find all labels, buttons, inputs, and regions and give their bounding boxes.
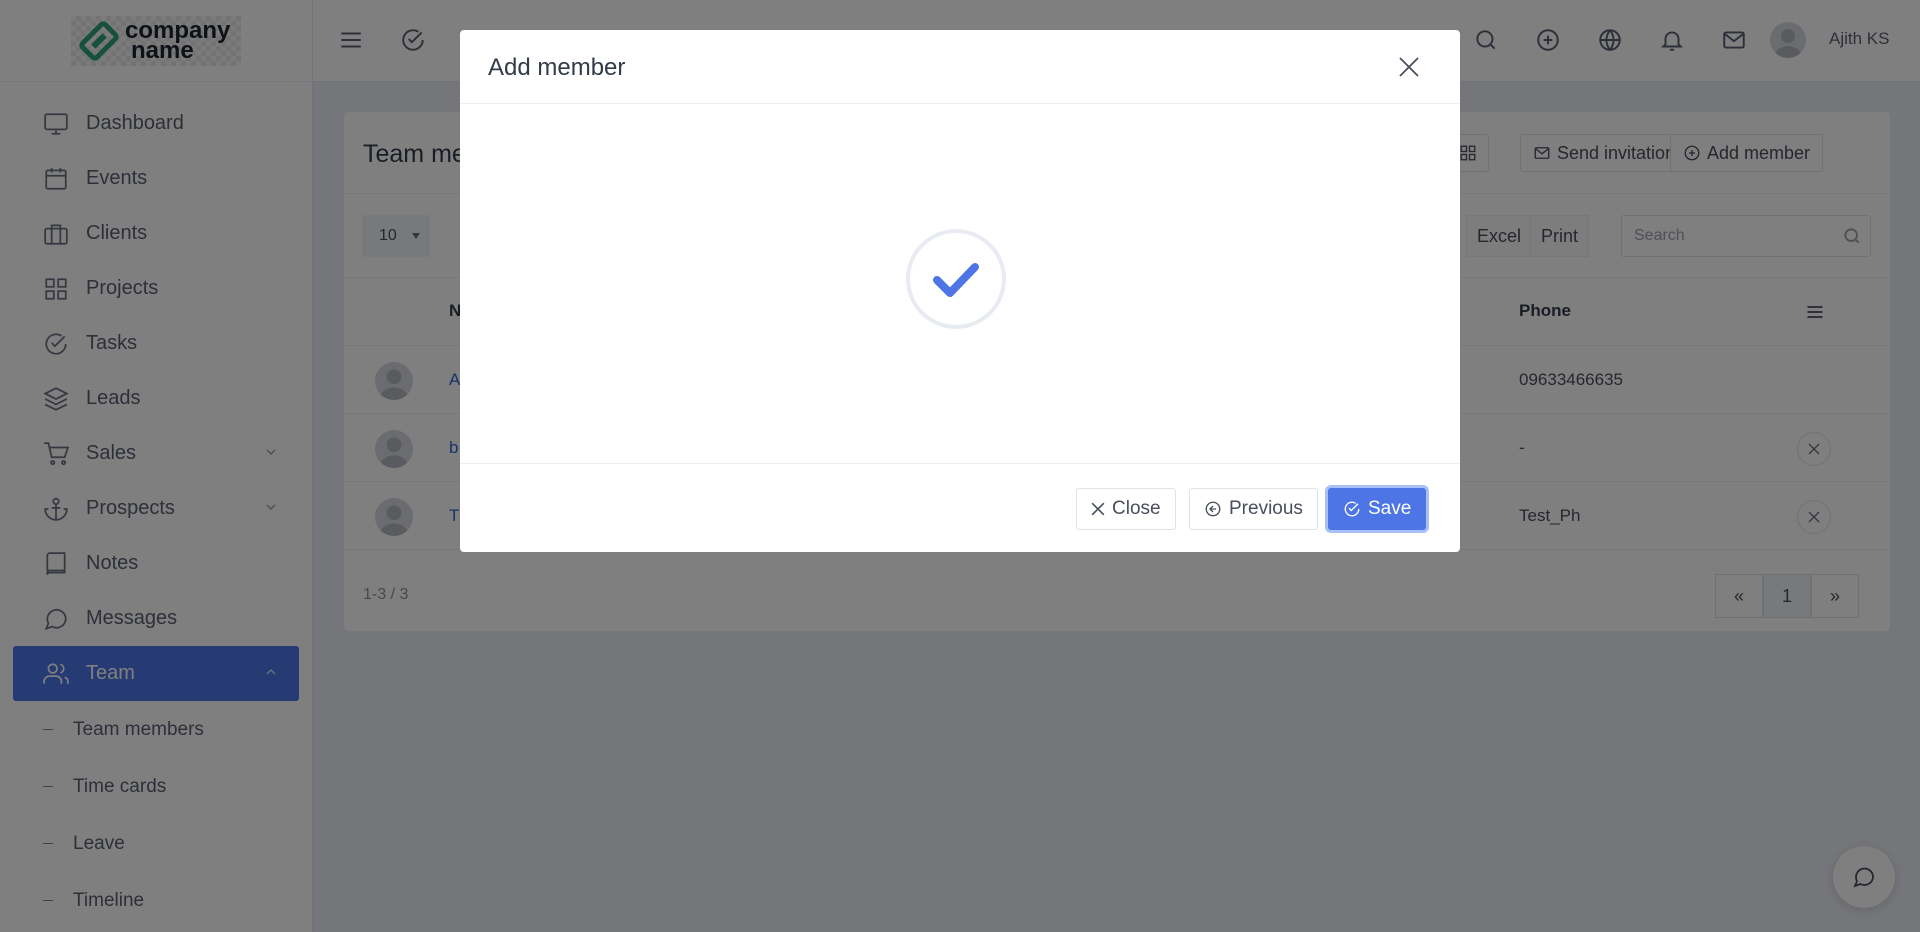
arrow-left-circle-icon <box>1205 501 1221 517</box>
add-member-modal: Add member Close Previous Save <box>460 30 1460 552</box>
close-button-label: Close <box>1112 498 1161 519</box>
close-button[interactable]: Close <box>1076 488 1176 530</box>
save-button[interactable]: Save <box>1328 488 1427 530</box>
save-button-label: Save <box>1368 498 1412 519</box>
previous-button-label: Previous <box>1229 498 1303 519</box>
previous-button[interactable]: Previous <box>1189 488 1318 530</box>
success-indicator <box>906 229 1006 329</box>
check-circle-icon <box>1344 501 1360 517</box>
modal-header: Add member <box>460 30 1460 104</box>
close-icon <box>1091 502 1105 516</box>
modal-title: Add member <box>488 54 626 81</box>
modal-body <box>460 104 1460 464</box>
checkmark-icon <box>933 263 979 297</box>
modal-footer: Close Previous Save <box>460 464 1460 550</box>
close-icon[interactable] <box>1397 55 1421 79</box>
